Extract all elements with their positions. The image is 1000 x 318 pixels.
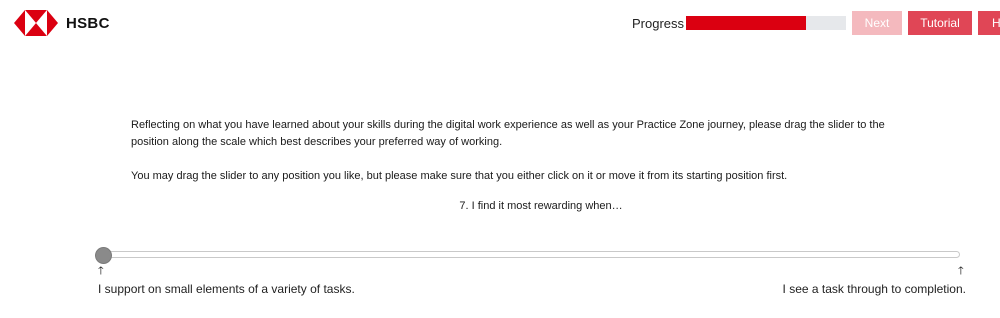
brand-name: HSBC: [66, 14, 110, 32]
next-button[interactable]: Next: [852, 11, 902, 35]
instructions: Reflecting on what you have learned abou…: [131, 117, 921, 202]
progress-bar: [686, 16, 846, 30]
slider-track[interactable]: [98, 251, 960, 258]
slider-handle[interactable]: [96, 248, 111, 263]
slider-left-label: I support on small elements of a variety…: [98, 282, 355, 296]
instruction-paragraph: Reflecting on what you have learned abou…: [131, 119, 885, 148]
tutorial-button[interactable]: Tutorial: [908, 11, 972, 35]
left-arrow-up-icon: 🡑: [98, 265, 104, 277]
help-button[interactable]: H: [978, 11, 1000, 35]
instruction-paragraph: You may drag the slider to any position …: [131, 170, 788, 182]
slider-right-label: I see a task through to completion.: [782, 282, 966, 296]
hsbc-logo[interactable]: HSBC: [14, 10, 110, 36]
page: HSBC Progress Next Tutorial H Reflecting…: [0, 0, 1000, 318]
hsbc-hexagon-icon: [14, 10, 58, 36]
question-text: 7. I find it most rewarding when…: [459, 200, 623, 212]
right-arrow-up-icon: 🡑: [958, 265, 964, 277]
progress-label: Progress: [632, 16, 685, 31]
progress-bar-fill: [686, 16, 806, 30]
